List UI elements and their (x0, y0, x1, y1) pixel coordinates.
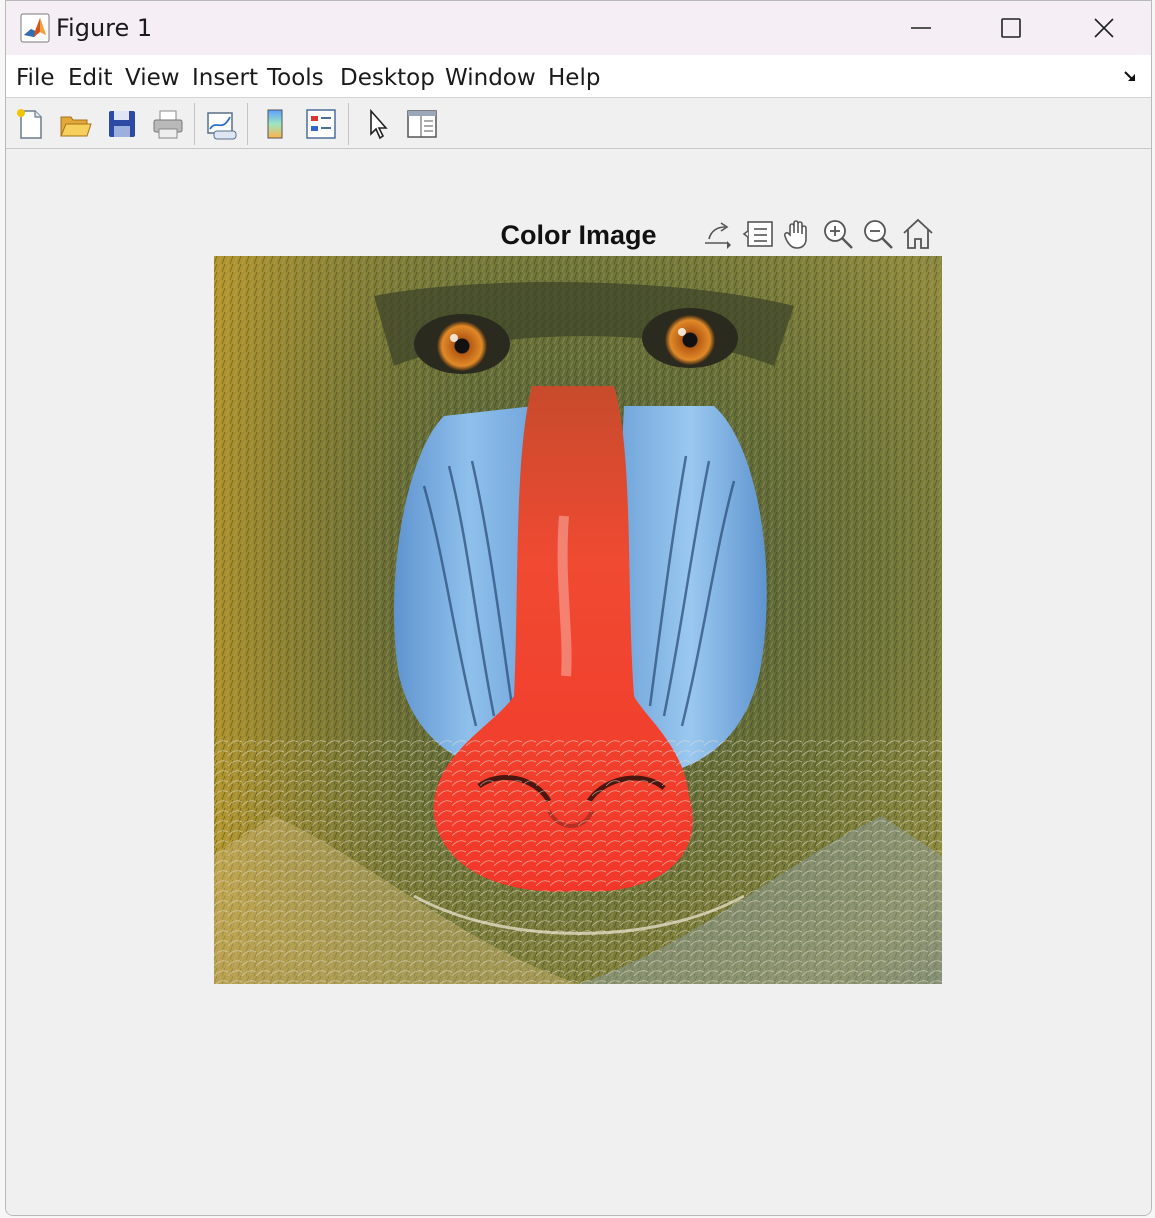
insert-colorbar-button[interactable] (256, 105, 294, 143)
mandrill-image (214, 256, 942, 984)
axes-toolbar (700, 214, 936, 254)
print-figure-button[interactable] (149, 105, 187, 143)
new-document-icon (17, 109, 42, 139)
colorbar-icon (267, 109, 283, 139)
data-tips-icon (742, 221, 773, 247)
menu-tools[interactable]: Tools (267, 65, 324, 91)
home-restore-icon (903, 218, 933, 249)
open-file-button[interactable] (56, 105, 94, 143)
minimize-button[interactable] (876, 1, 966, 55)
property-inspector-button[interactable] (403, 105, 441, 143)
desktop-background: Figure 1 File Edit View Insert Tools Des… (0, 0, 1155, 1218)
toolbar-separator (247, 103, 248, 145)
zoom-out-button[interactable] (860, 214, 896, 254)
menu-bar: File Edit View Insert Tools Desktop Wind… (6, 55, 1151, 98)
floppy-disk-icon (109, 111, 135, 137)
save-figure-button[interactable] (103, 105, 141, 143)
folder-open-icon (60, 116, 92, 137)
window-title: Figure 1 (56, 14, 153, 42)
restore-view-button[interactable] (900, 214, 936, 254)
printer-icon (153, 110, 183, 139)
toolbar-separator (194, 103, 195, 145)
zoom-in-button[interactable] (820, 214, 856, 254)
maximize-icon (1001, 18, 1021, 38)
legend-icon (306, 109, 336, 139)
menu-insert[interactable]: Insert (192, 65, 258, 91)
axes-title: Color Image (500, 220, 657, 250)
insert-legend-button[interactable] (302, 105, 340, 143)
figure-toolbar (6, 99, 1151, 149)
close-icon (1094, 18, 1114, 38)
menu-file[interactable]: File (16, 65, 55, 91)
toolbar-separator (348, 103, 349, 145)
figure-window: Figure 1 File Edit View Insert Tools Des… (5, 0, 1152, 1216)
export-icon (705, 222, 731, 249)
pan-hand-icon (783, 220, 807, 249)
menu-help[interactable]: Help (548, 65, 600, 91)
figure-canvas: Color Image (6, 150, 1151, 1215)
menu-view[interactable]: View (125, 65, 180, 91)
close-button[interactable] (1059, 1, 1149, 55)
export-button[interactable] (700, 214, 736, 254)
maximize-button[interactable] (966, 1, 1056, 55)
edit-plot-button[interactable] (358, 105, 396, 143)
zoom-in-icon (824, 220, 853, 249)
property-panel-icon (407, 110, 437, 138)
menu-desktop[interactable]: Desktop (340, 65, 435, 91)
arrow-cursor-icon (370, 108, 388, 140)
minimize-icon (911, 27, 931, 29)
link-plot-button[interactable] (202, 105, 240, 143)
menu-window[interactable]: Window (445, 65, 536, 91)
zoom-out-icon (864, 220, 893, 249)
pan-button[interactable] (780, 214, 816, 254)
matlab-logo-icon (20, 13, 50, 43)
new-figure-button[interactable] (11, 105, 49, 143)
dock-figure-icon[interactable] (1123, 69, 1139, 85)
displayed-image[interactable] (214, 256, 942, 984)
link-plot-icon (207, 112, 237, 140)
data-tips-button[interactable] (740, 214, 776, 254)
menu-edit[interactable]: Edit (68, 65, 113, 91)
title-bar[interactable]: Figure 1 (6, 1, 1151, 55)
